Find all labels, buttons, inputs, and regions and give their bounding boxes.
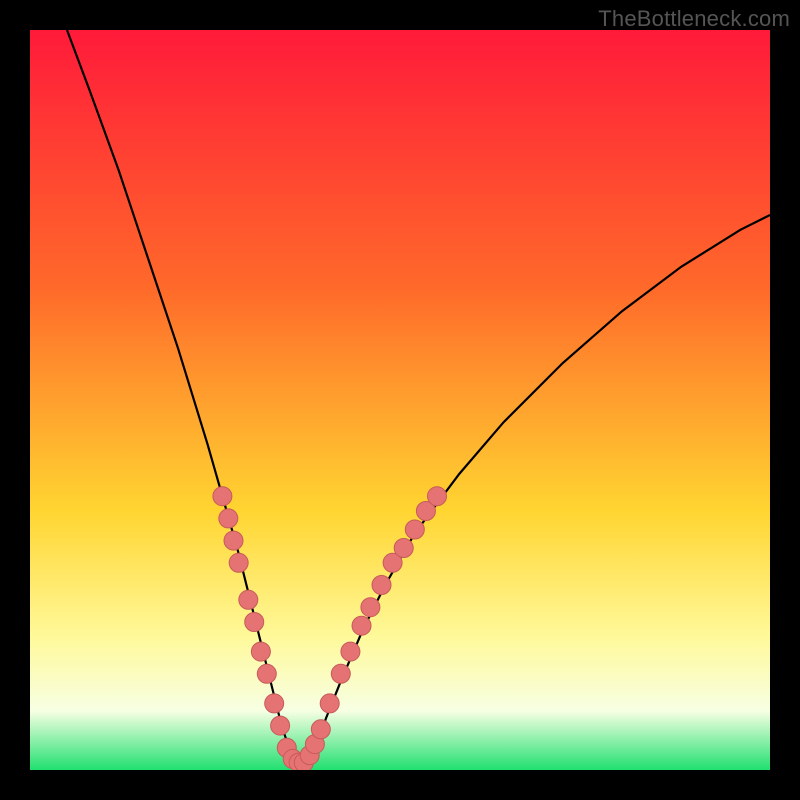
curve-path: [67, 30, 770, 763]
plot-area: [30, 30, 770, 770]
bottleneck-curve: [30, 30, 770, 770]
chart-frame: TheBottleneck.com: [0, 0, 800, 800]
curve-marker: [320, 694, 339, 713]
curve-marker: [394, 539, 413, 558]
curve-marker: [265, 694, 284, 713]
curve-marker: [251, 642, 270, 661]
curve-marker: [219, 509, 238, 528]
curve-marker: [271, 716, 290, 735]
curve-markers: [213, 487, 447, 770]
curve-marker: [341, 642, 360, 661]
curve-marker: [229, 553, 248, 572]
curve-marker: [245, 613, 264, 632]
curve-marker: [331, 664, 350, 683]
curve-marker: [257, 664, 276, 683]
curve-marker: [213, 487, 232, 506]
curve-marker: [361, 598, 380, 617]
curve-marker: [311, 720, 330, 739]
curve-marker: [352, 616, 371, 635]
curve-marker: [239, 590, 258, 609]
curve-marker: [372, 576, 391, 595]
curve-marker: [428, 487, 447, 506]
watermark-text: TheBottleneck.com: [598, 6, 790, 32]
curve-marker: [405, 520, 424, 539]
curve-marker: [224, 531, 243, 550]
